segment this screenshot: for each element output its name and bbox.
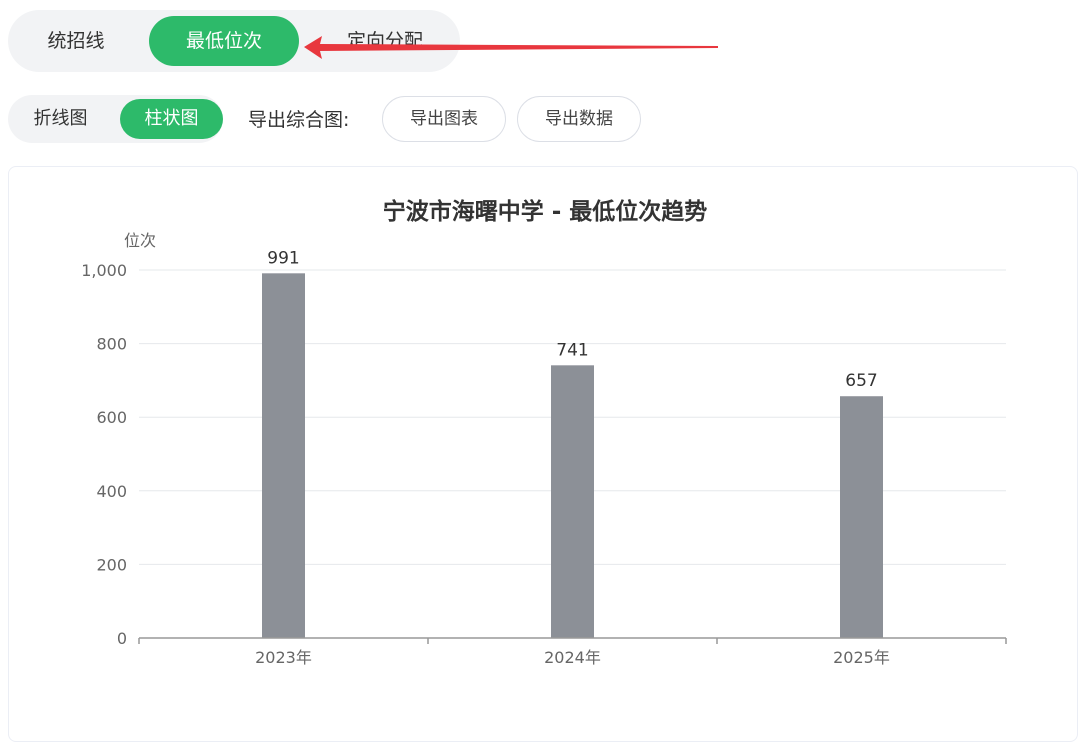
y-tick-label: 200 (96, 555, 127, 574)
y-axis-label: 位次 (124, 231, 156, 250)
chart-title: 宁波市海曙中学 - 最低位次趋势 (383, 198, 708, 225)
y-tick-label: 800 (96, 335, 127, 354)
bar (551, 365, 594, 638)
y-tick-label: 600 (96, 408, 127, 427)
export-chart-button[interactable]: 导出图表 (382, 96, 506, 142)
page: 统招线 最低位次 定向分配 折线图 柱状图 导出综合图: 导出图表 导出数据 宁… (0, 0, 1080, 748)
x-tick-label: 2025年 (833, 648, 890, 667)
y-tick-label: 1,000 (81, 261, 127, 280)
bar-value-label: 657 (845, 371, 877, 391)
tab-bar-chart[interactable]: 柱状图 (120, 99, 223, 139)
tab-lowest-rank[interactable]: 最低位次 (149, 16, 299, 66)
bar-value-label: 991 (267, 248, 299, 268)
y-tick-label: 400 (96, 482, 127, 501)
bar-value-label: 741 (556, 340, 588, 360)
tab-line-chart[interactable]: 折线图 (18, 99, 103, 139)
x-tick-label: 2024年 (544, 648, 601, 667)
chart-type-tabs: 折线图 柱状图 (8, 95, 223, 143)
bar-chart: 宁波市海曙中学 - 最低位次趋势 位次 991 741 657 0 200 400 600… (81, 198, 1007, 667)
x-tick-label: 2023年 (255, 648, 312, 667)
tab-admission-line[interactable]: 统招线 (26, 16, 126, 66)
red-arrow-annotation (304, 36, 718, 59)
bar (840, 396, 883, 638)
y-tick-label: 0 (117, 629, 127, 648)
bar (262, 273, 305, 638)
chart-card: 宁波市海曙中学 - 最低位次趋势 位次 991 741 657 0 200 400 600… (8, 166, 1078, 742)
export-label: 导出综合图: (248, 109, 350, 131)
export-data-button[interactable]: 导出数据 (517, 96, 641, 142)
